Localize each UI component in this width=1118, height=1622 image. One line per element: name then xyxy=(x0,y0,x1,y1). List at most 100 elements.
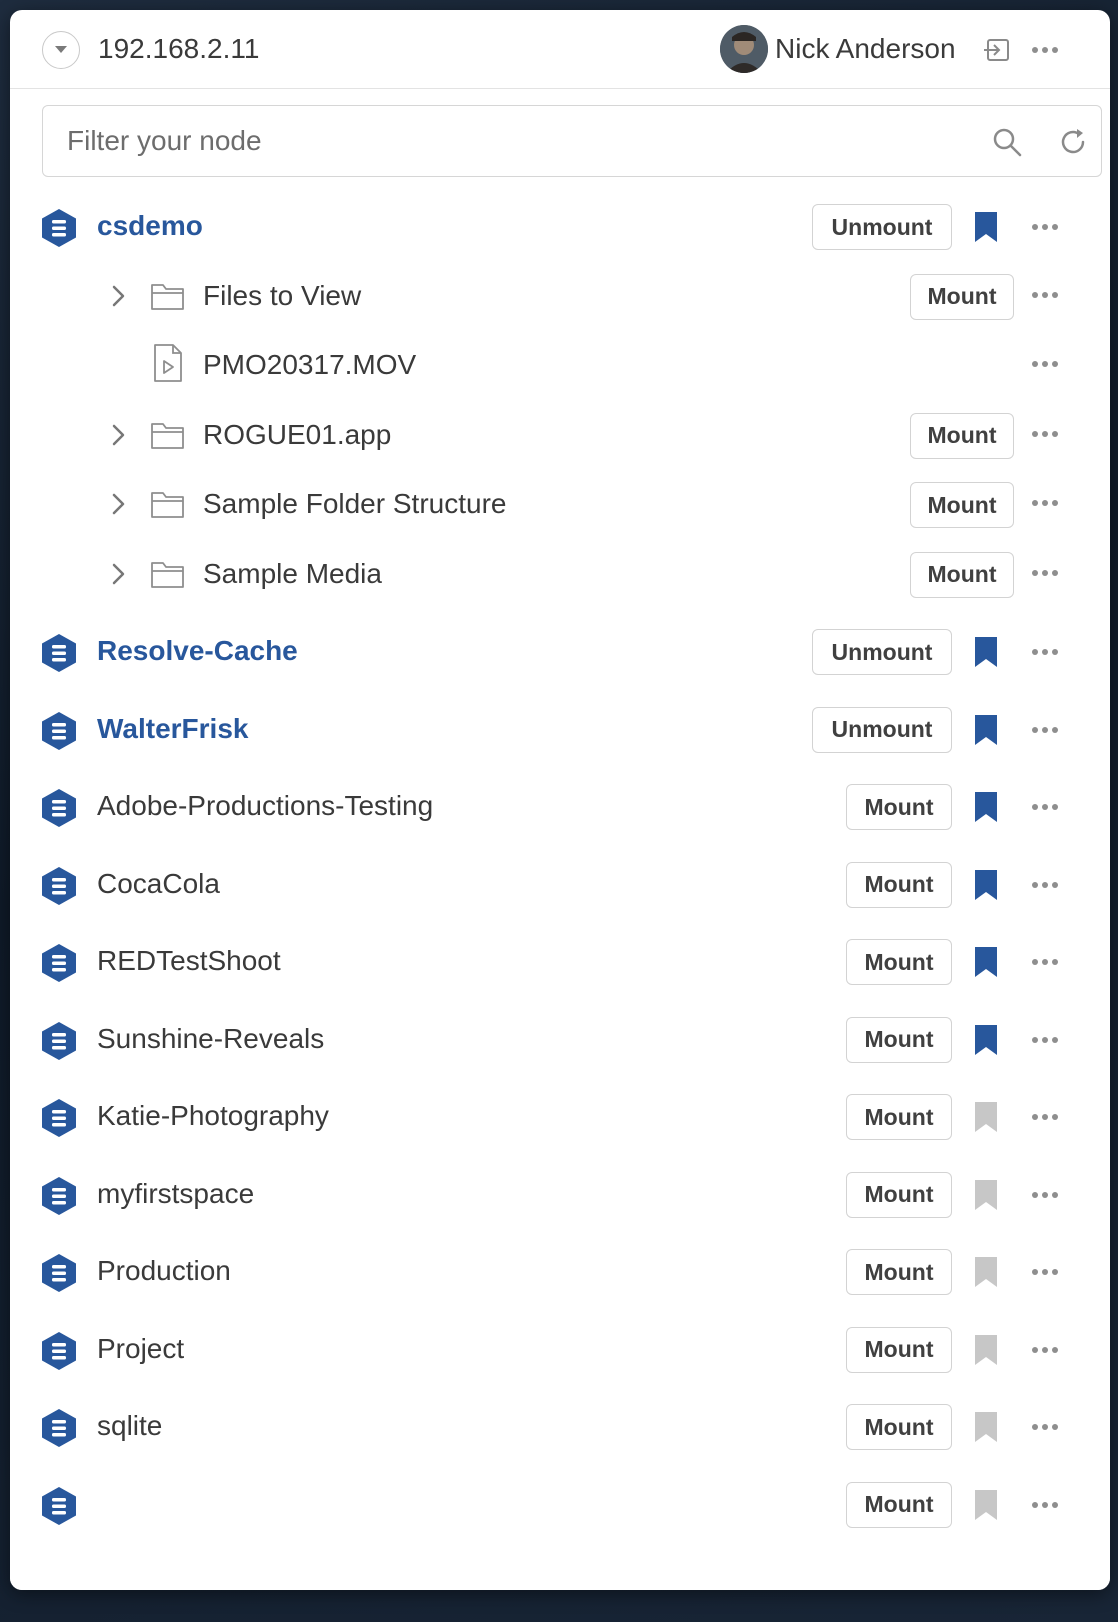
more-options-icon[interactable] xyxy=(1025,212,1065,242)
search-icon[interactable] xyxy=(991,126,1023,158)
more-options-icon[interactable] xyxy=(1025,280,1065,310)
space-row[interactable]: Katie-Photography Mount xyxy=(10,1080,1110,1152)
more-options-icon[interactable] xyxy=(1025,1257,1065,1287)
mount-button[interactable]: Mount xyxy=(846,1249,952,1295)
space-row[interactable]: REDTestShoot Mount xyxy=(10,925,1110,997)
space-name: csdemo xyxy=(97,210,203,241)
space-row[interactable]: myfirstspace Mount xyxy=(10,1158,1110,1230)
file-row[interactable]: PMO20317.MOV xyxy=(10,329,1110,401)
chevron-right-icon[interactable] xyxy=(108,491,128,517)
space-row[interactable]: csdemo Unmount xyxy=(10,190,1110,262)
space-icon xyxy=(42,789,76,827)
space-name: Katie-Photography xyxy=(97,1100,329,1131)
bookmark-icon[interactable] xyxy=(973,790,999,824)
space-icon xyxy=(42,1331,76,1370)
space-row[interactable]: Sunshine-Reveals Mount xyxy=(10,1003,1110,1075)
unmount-button[interactable]: Unmount xyxy=(812,706,952,753)
bookmark-icon[interactable] xyxy=(973,1100,999,1134)
bookmark-icon[interactable] xyxy=(973,713,999,747)
avatar[interactable] xyxy=(720,25,768,73)
mount-button[interactable]: Mount xyxy=(846,861,952,908)
refresh-icon[interactable] xyxy=(1057,126,1089,158)
space-row[interactable]: Resolve-Cache Unmount xyxy=(10,615,1110,687)
more-options-icon[interactable] xyxy=(1025,1335,1065,1365)
space-row[interactable]: CocaCola Mount xyxy=(10,848,1110,920)
bookmark-icon[interactable] xyxy=(973,1333,999,1367)
folder-icon xyxy=(151,422,184,449)
folder-row[interactable]: Files to View Mount xyxy=(10,260,1110,332)
more-options-icon[interactable] xyxy=(1025,488,1065,518)
space-icon xyxy=(42,1486,76,1525)
space-row[interactable]: sqlite Mount xyxy=(10,1390,1110,1462)
filter-box xyxy=(42,105,1102,177)
more-options-icon[interactable] xyxy=(1025,1412,1065,1442)
space-row[interactable]: Mount xyxy=(10,1468,1110,1540)
space-name: CocaCola xyxy=(97,867,220,899)
space-row[interactable]: Adobe-Productions-Testing Mount xyxy=(10,770,1110,842)
more-options-icon[interactable] xyxy=(1025,870,1065,900)
mount-button[interactable]: Mount xyxy=(846,1094,952,1140)
mount-button[interactable]: Mount xyxy=(846,1481,952,1528)
folder-row[interactable]: Sample Media Mount xyxy=(10,538,1110,610)
unmount-button[interactable]: Unmount xyxy=(812,629,952,675)
mount-button[interactable]: Mount xyxy=(846,784,952,830)
more-options-icon[interactable] xyxy=(1025,349,1065,379)
file-name: PMO20317.MOV xyxy=(203,349,417,380)
mount-button[interactable]: Mount xyxy=(910,551,1014,598)
space-icon xyxy=(42,944,76,982)
mount-button[interactable]: Mount xyxy=(910,412,1014,459)
more-options-icon[interactable] xyxy=(1025,637,1065,667)
video-file-icon xyxy=(154,344,182,382)
folder-row[interactable]: ROGUE01.app Mount xyxy=(10,399,1110,471)
space-name: myfirstspace xyxy=(97,1177,255,1209)
node-browser-panel: 192.168.2.11 Nick Anderson csdemoU xyxy=(10,10,1110,1590)
space-row[interactable]: Project Mount xyxy=(10,1313,1110,1385)
bookmark-icon[interactable] xyxy=(973,1023,999,1057)
chevron-down-icon xyxy=(55,46,67,53)
space-icon xyxy=(42,209,76,247)
mount-button[interactable]: Mount xyxy=(846,1171,952,1218)
more-options-icon[interactable] xyxy=(1025,558,1065,588)
more-options-icon[interactable] xyxy=(1025,1025,1065,1055)
mount-button[interactable]: Mount xyxy=(846,939,952,985)
bookmark-icon[interactable] xyxy=(973,1488,999,1522)
bookmark-icon[interactable] xyxy=(973,210,999,244)
mount-button[interactable]: Mount xyxy=(846,1016,952,1063)
bookmark-icon[interactable] xyxy=(973,1410,999,1444)
folder-row[interactable]: Sample Folder Structure Mount xyxy=(10,468,1110,540)
filter-input[interactable] xyxy=(67,106,927,176)
bookmark-icon[interactable] xyxy=(973,635,999,669)
space-row[interactable]: WalterFrisk Unmount xyxy=(10,693,1110,765)
space-row[interactable]: Production Mount xyxy=(10,1235,1110,1307)
space-name: Sunshine-Reveals xyxy=(97,1022,325,1054)
space-icon xyxy=(42,866,76,905)
unmount-button[interactable]: Unmount xyxy=(812,204,952,250)
more-options-icon[interactable] xyxy=(1025,419,1065,449)
chevron-right-icon[interactable] xyxy=(108,283,128,309)
more-options-icon[interactable] xyxy=(1025,1490,1065,1520)
bookmark-icon[interactable] xyxy=(973,945,999,979)
bookmark-icon[interactable] xyxy=(973,1178,999,1212)
space-name: WalterFrisk xyxy=(97,712,249,744)
bookmark-icon[interactable] xyxy=(973,868,999,902)
more-options-icon[interactable] xyxy=(1025,1180,1065,1210)
chevron-right-icon[interactable] xyxy=(108,561,128,587)
mount-button[interactable]: Mount xyxy=(910,273,1014,320)
mount-button[interactable]: Mount xyxy=(846,1404,952,1450)
header-more-options-icon[interactable] xyxy=(1025,35,1065,65)
more-options-icon[interactable] xyxy=(1025,715,1065,745)
logout-icon[interactable] xyxy=(982,35,1012,65)
user-name: Nick Anderson xyxy=(775,33,956,64)
more-options-icon[interactable] xyxy=(1025,947,1065,977)
chevron-right-icon[interactable] xyxy=(108,422,128,448)
more-options-icon[interactable] xyxy=(1025,792,1065,822)
more-options-icon[interactable] xyxy=(1025,1102,1065,1132)
folder-name: Files to View xyxy=(203,279,362,311)
mount-button[interactable]: Mount xyxy=(846,1326,952,1373)
node-selector-dropdown[interactable] xyxy=(42,31,80,69)
space-name: Project xyxy=(97,1332,185,1364)
mount-button[interactable]: Mount xyxy=(910,482,1014,528)
space-list: csdemo Unmount Files to View Mount PMO20317.… xyxy=(10,186,1110,1546)
bookmark-icon[interactable] xyxy=(973,1255,999,1289)
space-name: REDTestShoot xyxy=(97,945,281,976)
